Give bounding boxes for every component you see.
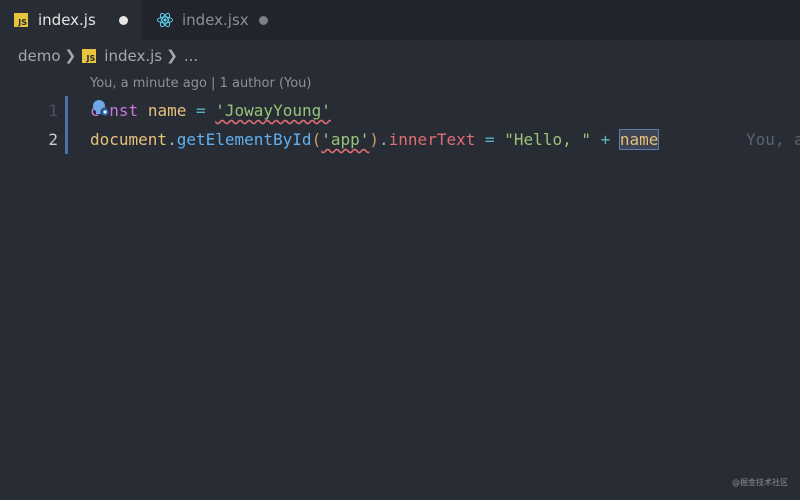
watermark: @掘金技术社区 (732, 478, 788, 487)
inline-blame[interactable]: You, a (746, 125, 800, 154)
breadcrumb-folder[interactable]: demo (18, 47, 61, 65)
codelens-blame[interactable]: You, a minute ago | 1 author (You) (90, 76, 312, 91)
breadcrumb-file[interactable]: index.js (104, 47, 162, 65)
code-text[interactable]: const name = 'JowayYoung' (90, 96, 331, 125)
string-literal: 'app' (321, 130, 370, 149)
chevron-right-icon: ❯ (64, 48, 77, 64)
identifier: document (90, 130, 168, 149)
javascript-file-icon: JS (82, 49, 97, 63)
identifier: name (147, 101, 187, 120)
code-line[interactable]: 2 document.getElementById('app').innerTe… (0, 125, 800, 154)
git-change-indicator[interactable] (65, 125, 68, 154)
line-number: 2 (48, 130, 58, 149)
react-icon (157, 12, 173, 28)
git-change-indicator[interactable] (65, 96, 68, 125)
tab-bar: JS index.js index.jsx (0, 0, 800, 40)
punctuation: ) (369, 130, 380, 149)
punctuation: ( (311, 130, 322, 149)
selected-identifier: name (618, 129, 660, 150)
operator: = (485, 130, 495, 149)
string-literal: "Hello, " (504, 130, 591, 149)
code-text[interactable]: document.getElementById('app').innerText… (90, 125, 660, 154)
tab-index-js[interactable]: JS index.js (0, 0, 142, 40)
punctuation: . (379, 130, 389, 149)
chevron-right-icon: ❯ (166, 48, 178, 64)
tab-label: index.js (38, 11, 96, 29)
unsaved-dot-icon[interactable] (119, 15, 128, 25)
code-editor[interactable]: 1 const name = 'JowayYoung' 2 document.g… (0, 96, 800, 154)
punctuation: . (167, 130, 177, 149)
lightbulb-icon[interactable] (92, 99, 110, 119)
function-name: getElementById (176, 130, 312, 149)
javascript-file-icon: JS (14, 13, 28, 27)
line-number: 1 (48, 101, 58, 120)
code-line[interactable]: 1 const name = 'JowayYoung' (0, 96, 800, 125)
operator: + (600, 130, 611, 149)
string-literal: 'JowayYoung' (215, 101, 331, 120)
property-name: innerText (388, 130, 476, 149)
tab-index-jsx[interactable]: index.jsx (142, 0, 282, 40)
breadcrumb-more[interactable]: ... (184, 47, 198, 65)
unsaved-dot-icon[interactable] (259, 15, 268, 25)
operator: = (195, 101, 206, 120)
breadcrumb: demo ❯ JS index.js ❯ ... (18, 44, 198, 68)
tab-label: index.jsx (182, 11, 249, 29)
